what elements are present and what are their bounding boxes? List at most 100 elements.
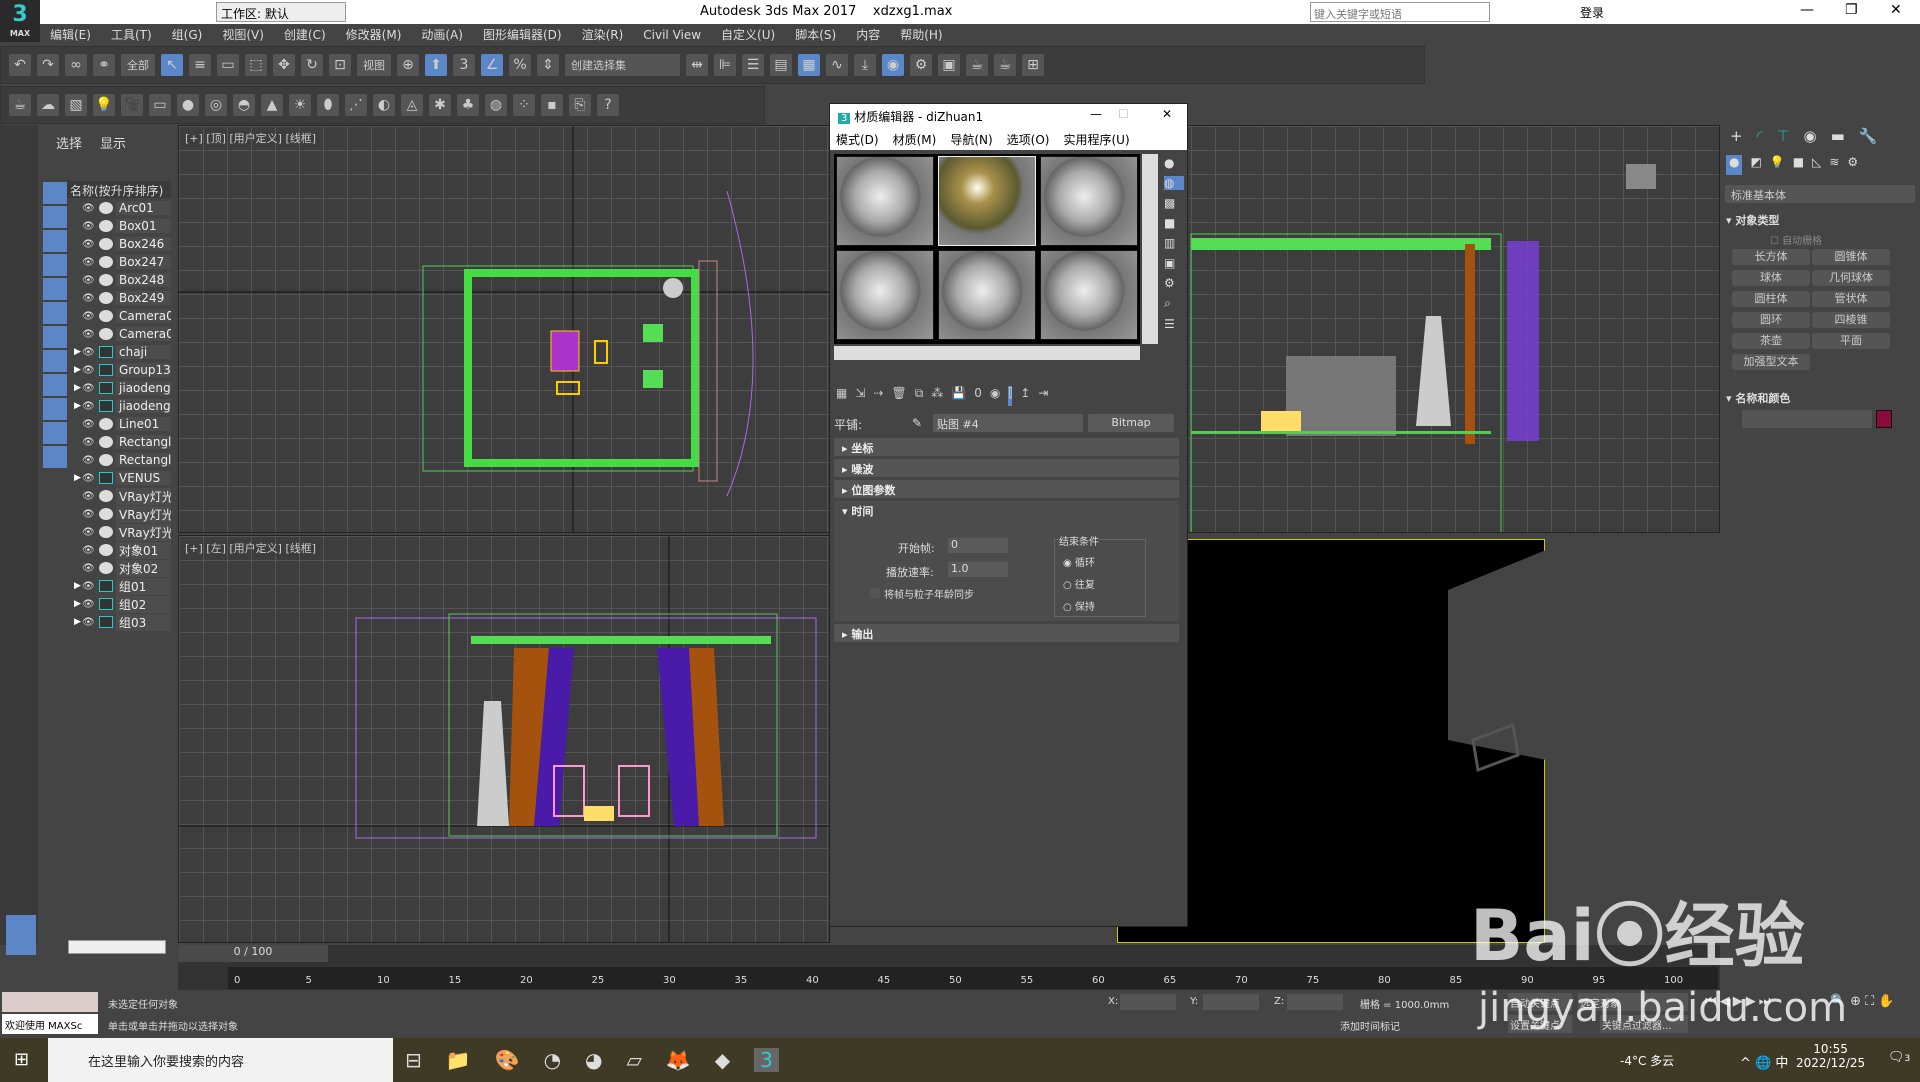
egg-icon[interactable]: ⬮ (317, 94, 339, 116)
keyboard-shortcut-icon[interactable]: ⬆ (425, 54, 447, 76)
navigator-icon[interactable]: ☰ (1164, 317, 1184, 331)
rollout-bitmap-params[interactable]: ▸ 位图参数 (834, 480, 1179, 498)
maxscript-mini-listener[interactable]: 欢迎使用 MAXSc (2, 1014, 98, 1034)
app-logo[interactable]: 3MAX (0, 0, 40, 42)
help-icon[interactable]: ? (597, 94, 619, 116)
visibility-eye-icon[interactable]: 👁 (82, 401, 96, 412)
frame-buffer-icon[interactable]: ▪ (541, 94, 563, 116)
menu-item[interactable]: Civil View (633, 26, 711, 44)
torus-icon[interactable]: ◎ (205, 94, 227, 116)
hierarchy-tab-icon[interactable]: ⊤ (1776, 127, 1789, 151)
link-icon[interactable]: ∞ (65, 54, 87, 76)
ribbon-icon[interactable]: ▤ (770, 54, 792, 76)
explorer-item[interactable]: ▶👁VENUS (40, 469, 171, 487)
dome-icon[interactable]: ◓ (233, 94, 255, 116)
3dsmax-taskbar-icon[interactable]: 3 (754, 1048, 779, 1072)
menu-item[interactable]: 动画(A) (411, 24, 473, 45)
get-material-icon[interactable]: ▦ (836, 386, 847, 406)
lights-icon[interactable]: 💡 (1770, 155, 1785, 175)
menu-item[interactable]: 自定义(U) (711, 24, 785, 45)
login-button[interactable]: 登录 (1580, 4, 1604, 21)
explorer-item[interactable]: 👁Line01 (40, 415, 171, 433)
dope-sheet-icon[interactable]: ⤓ (854, 54, 876, 76)
mated-menu-item[interactable]: 材质(M) (893, 131, 937, 147)
primitive-type-dropdown[interactable]: 标准基本体 (1725, 185, 1915, 203)
slots-vscrollbar[interactable] (1142, 154, 1158, 344)
create-object-button[interactable]: 圆柱体 (1732, 291, 1810, 307)
mated-minimize-button[interactable]: — (1090, 107, 1102, 121)
menu-item[interactable]: 脚本(S) (785, 24, 846, 45)
delete-icon[interactable]: 🗑 (891, 386, 906, 406)
mated-close-button[interactable]: ✕ (1162, 107, 1172, 121)
create-object-button[interactable]: 几何球体 (1812, 270, 1890, 286)
clock[interactable]: 10:552022/12/25 (1796, 1042, 1865, 1070)
create-object-button[interactable]: 平面 (1812, 333, 1890, 349)
windows-start-icon[interactable]: ⊞ (14, 1049, 29, 1070)
explorer-item[interactable]: 👁Rectangle (40, 433, 171, 451)
visibility-eye-icon[interactable]: 👁 (82, 329, 96, 340)
y-coord-input[interactable] (1203, 994, 1259, 1010)
visibility-eye-icon[interactable]: 👁 (82, 473, 96, 484)
visibility-eye-icon[interactable]: 👁 (82, 527, 96, 538)
menu-item[interactable]: 编辑(E) (40, 24, 101, 45)
expand-arrow-icon[interactable]: ▶ (74, 581, 81, 591)
assign-icon[interactable]: ⇢ (873, 386, 883, 406)
sample-slot[interactable] (1040, 250, 1138, 340)
uv-tiling-icon[interactable]: ■ (1164, 216, 1184, 230)
eyedropper-icon[interactable]: ✎ (912, 416, 922, 430)
rect-select-icon[interactable]: ▭ (217, 54, 239, 76)
object-name-input[interactable] (1742, 410, 1872, 428)
explorer-item[interactable]: ▶👁Group13 (40, 361, 171, 379)
percent-snap-icon[interactable]: % (509, 54, 531, 76)
close-button[interactable]: ✕ (1890, 2, 1902, 18)
teapot-icon[interactable]: ☕ (9, 94, 31, 116)
material-id-icon[interactable]: 0 (974, 386, 982, 406)
keyword-search-input[interactable]: 键入关键字或短语 (1310, 2, 1490, 22)
visibility-eye-icon[interactable]: 👁 (82, 563, 96, 574)
mated-menu-item[interactable]: 模式(D) (836, 131, 879, 147)
explorer-item[interactable]: 👁Camera01 (40, 325, 171, 343)
make-preview-icon[interactable]: ▣ (1164, 256, 1184, 270)
explorer-item[interactable]: 👁VRay灯光 (40, 505, 171, 523)
light-icon[interactable]: 💡 (93, 94, 115, 116)
mated-maximize-button[interactable]: ☐ (1118, 107, 1129, 121)
utilities-tab-icon[interactable]: 🔧 (1859, 127, 1878, 151)
mesh-icon[interactable]: ◬ (401, 94, 423, 116)
create-object-button[interactable]: 球体 (1732, 270, 1810, 286)
explorer-item[interactable]: 👁Arc01 (40, 199, 171, 217)
visibility-eye-icon[interactable]: 👁 (82, 347, 96, 358)
create-object-button[interactable]: 圆锥体 (1812, 249, 1890, 265)
render-icon[interactable]: ☕ (966, 54, 988, 76)
visibility-eye-icon[interactable]: 👁 (82, 239, 96, 250)
window-crossing-icon[interactable]: ⬚ (245, 54, 267, 76)
geometry-icon[interactable]: ● (1726, 155, 1742, 175)
export-icon[interactable]: ⎘ (569, 94, 591, 116)
sample-slot[interactable] (938, 250, 1036, 340)
slots-hscrollbar[interactable] (834, 346, 1140, 360)
display-tab-icon[interactable]: ▬ (1831, 127, 1845, 151)
sample-slot[interactable] (1040, 156, 1138, 246)
sun-icon[interactable]: ☀ (289, 94, 311, 116)
layer-icon[interactable]: ☰ (742, 54, 764, 76)
put-to-scene-icon[interactable]: ⇲ (855, 386, 865, 406)
map-type-button[interactable]: Bitmap (1088, 414, 1174, 432)
object-color-swatch[interactable] (1876, 410, 1892, 428)
image-icon[interactable]: ▧ (65, 94, 87, 116)
explorer-item[interactable]: 👁Camera01 (40, 307, 171, 325)
notepad-icon[interactable]: ▱ (626, 1048, 641, 1072)
maxscript-listener-output[interactable] (2, 992, 98, 1012)
schematic-icon[interactable]: ▦ (798, 54, 820, 76)
menu-item[interactable]: 图形编辑器(D) (473, 24, 572, 45)
explorer-item[interactable]: 👁Box01 (40, 217, 171, 235)
explorer-item[interactable]: 👁Box249 (40, 289, 171, 307)
explorer-item[interactable]: 👁对象01 (40, 541, 171, 559)
colors-icon[interactable]: ⁘ (513, 94, 535, 116)
visibility-eye-icon[interactable]: 👁 (82, 365, 96, 376)
sphere-icon[interactable]: ● (177, 94, 199, 116)
viewport-layout-icon[interactable] (6, 915, 36, 955)
explorer-hscrollbar[interactable] (68, 940, 166, 954)
radio-pingpong[interactable]: ○ 往复 (1063, 576, 1095, 591)
autogrid-checkbox[interactable]: ☐ 自动栅格 (1770, 232, 1822, 247)
named-selection-dropdown[interactable]: 创建选择集 (565, 54, 680, 76)
add-time-tag[interactable]: 添加时间标记 (1340, 1018, 1400, 1033)
